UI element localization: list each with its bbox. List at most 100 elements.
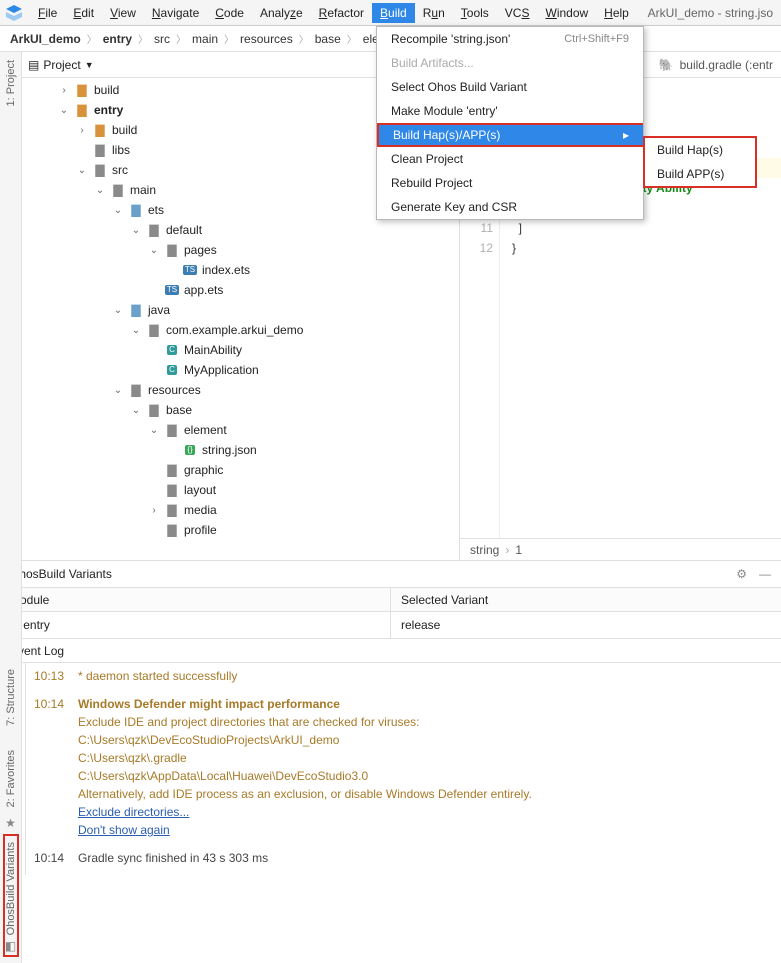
menu-file[interactable]: File [30, 3, 65, 23]
folder-icon: ▇ [92, 122, 108, 138]
folder-icon: ▇ [128, 382, 144, 398]
variants-icon: ◧ [5, 939, 16, 953]
menu-window[interactable]: Window [537, 3, 596, 23]
tree-layout[interactable]: ▇layout [22, 480, 459, 500]
chevron-right-icon: 〉 [87, 31, 97, 46]
tab-structure[interactable]: 7: Structure [5, 665, 17, 730]
col-variant: Selected Variant [391, 588, 781, 612]
json-file-icon: {} [182, 442, 198, 458]
crumb-entry[interactable]: entry [103, 32, 132, 46]
left-tool-strip-lower: 7: Structure 2: Favorites ★ OhosBuild Va… [0, 560, 22, 963]
tree-java[interactable]: ⌄▇java [22, 300, 459, 320]
event-msg: C:\Users\qzk\.gradle [78, 751, 773, 765]
folder-icon: ▇ [74, 82, 90, 98]
event-msg: Alternatively, add IDE process as an exc… [78, 787, 773, 801]
tree-default[interactable]: ⌄▇default [22, 220, 459, 240]
event-log-panel: Event Log ☑ 🗑 ⬢ 10:13* daemon started su… [0, 639, 781, 875]
crumb-root[interactable]: ArkUI_demo [10, 32, 81, 46]
menu-refactor[interactable]: Refactor [311, 3, 372, 23]
tree-graphic[interactable]: ▇graphic [22, 460, 459, 480]
event-time: 10:13 [34, 669, 78, 683]
tree-profile[interactable]: ▇profile [22, 520, 459, 540]
tree-media[interactable]: ›▇media [22, 500, 459, 520]
event-msg: Exclude IDE and project directories that… [78, 715, 773, 729]
menu-edit[interactable]: Edit [65, 3, 102, 23]
tree-app-ets[interactable]: TSapp.ets [22, 280, 459, 300]
event-link[interactable]: Exclude directories... [78, 805, 773, 819]
tree-string-json[interactable]: {}string.json [22, 440, 459, 460]
col-module: Module [0, 588, 390, 612]
star-icon: ★ [5, 816, 16, 830]
ts-file-icon: TS [164, 282, 180, 298]
submenu-build-haps[interactable]: Build Hap(s) [645, 138, 755, 162]
bc-string[interactable]: string [470, 543, 499, 557]
menu-view[interactable]: View [102, 3, 144, 23]
menu-run[interactable]: Run [415, 3, 453, 23]
crumb-resources[interactable]: resources [240, 32, 293, 46]
class-icon: C [164, 342, 180, 358]
menu-build-artifacts: Build Artifacts... [377, 51, 643, 75]
menu-rebuild-project[interactable]: Rebuild Project [377, 171, 643, 195]
window-title: ArkUI_demo - string.jso [648, 6, 777, 20]
cell-entry[interactable]: ▇entry [0, 612, 390, 638]
menu-help[interactable]: Help [596, 3, 637, 23]
gradle-icon: 🐘 [659, 58, 674, 72]
event-link[interactable]: Don't show again [78, 823, 773, 837]
folder-icon: ▇ [164, 522, 180, 538]
bc-1[interactable]: 1 [515, 543, 522, 557]
submenu-build-apps[interactable]: Build APP(s) [645, 162, 755, 186]
menu-bar: File Edit View Navigate Code Analyze Ref… [0, 0, 781, 26]
tab-favorites[interactable]: 2: Favorites [5, 746, 17, 811]
gear-icon[interactable]: ⚙ [736, 567, 747, 581]
event-msg: Windows Defender might impact performanc… [78, 697, 773, 711]
tree-base[interactable]: ⌄▇base [22, 400, 459, 420]
folder-icon: ▇ [128, 202, 144, 218]
chevron-right-icon: › [505, 543, 509, 557]
tree-pkg[interactable]: ⌄▇com.example.arkui_demo [22, 320, 459, 340]
crumb-src[interactable]: src [154, 32, 170, 46]
app-logo [4, 3, 24, 23]
folder-icon: ▇ [164, 242, 180, 258]
tree-index-ets[interactable]: TSindex.ets [22, 260, 459, 280]
menu-select-variant[interactable]: Select Ohos Build Variant [377, 75, 643, 99]
tree-element[interactable]: ⌄▇element [22, 420, 459, 440]
menu-build[interactable]: Build [372, 3, 415, 23]
tab-ohos-build-variants[interactable]: OhosBuild Variants [5, 838, 17, 939]
cell-release[interactable]: release [391, 612, 781, 638]
tab-build-gradle[interactable]: build.gradle (:entr [680, 58, 773, 72]
left-tool-strip: 1: Project [0, 52, 22, 560]
menu-build-haps-apps[interactable]: Build Hap(s)/APP(s)▸ [377, 123, 643, 147]
menu-tools[interactable]: Tools [453, 3, 497, 23]
event-msg: C:\Users\qzk\AppData\Local\Huawei\DevEco… [78, 769, 773, 783]
crumb-base[interactable]: base [315, 32, 341, 46]
folder-icon: ▇ [110, 182, 126, 198]
project-view-selector[interactable]: ▤ Project ▼ [28, 58, 94, 72]
chevron-right-icon: 〉 [138, 31, 148, 46]
folder-icon: ▇ [164, 422, 180, 438]
menu-analyze[interactable]: Analyze [252, 3, 311, 23]
tab-project[interactable]: 1: Project [5, 56, 17, 110]
event-log-content: 10:13* daemon started successfully 10:14… [26, 663, 781, 875]
crumb-main[interactable]: main [192, 32, 218, 46]
folder-icon: ▇ [128, 302, 144, 318]
class-icon: C [164, 362, 180, 378]
event-time: 10:14 [34, 697, 78, 711]
project-icon: ▤ [28, 58, 39, 72]
chevron-right-icon: 〉 [224, 31, 234, 46]
tree-myapplication[interactable]: CMyApplication [22, 360, 459, 380]
event-msg: * daemon started successfully [78, 669, 773, 683]
menu-make-module[interactable]: Make Module 'entry' [377, 99, 643, 123]
tree-resources[interactable]: ⌄▇resources [22, 380, 459, 400]
menu-code[interactable]: Code [207, 3, 252, 23]
folder-icon: ▇ [164, 462, 180, 478]
hide-icon[interactable]: — [759, 567, 771, 581]
menu-clean-project[interactable]: Clean Project [377, 147, 643, 171]
menu-recompile[interactable]: Recompile 'string.json'Ctrl+Shift+F9 [377, 27, 643, 51]
folder-icon: ▇ [146, 402, 162, 418]
menu-vcs[interactable]: VCS [497, 3, 538, 23]
folder-icon: ▇ [74, 102, 90, 118]
tree-mainability[interactable]: CMainAbility [22, 340, 459, 360]
tree-pages[interactable]: ⌄▇pages [22, 240, 459, 260]
menu-generate-key[interactable]: Generate Key and CSR [377, 195, 643, 219]
menu-navigate[interactable]: Navigate [144, 3, 207, 23]
